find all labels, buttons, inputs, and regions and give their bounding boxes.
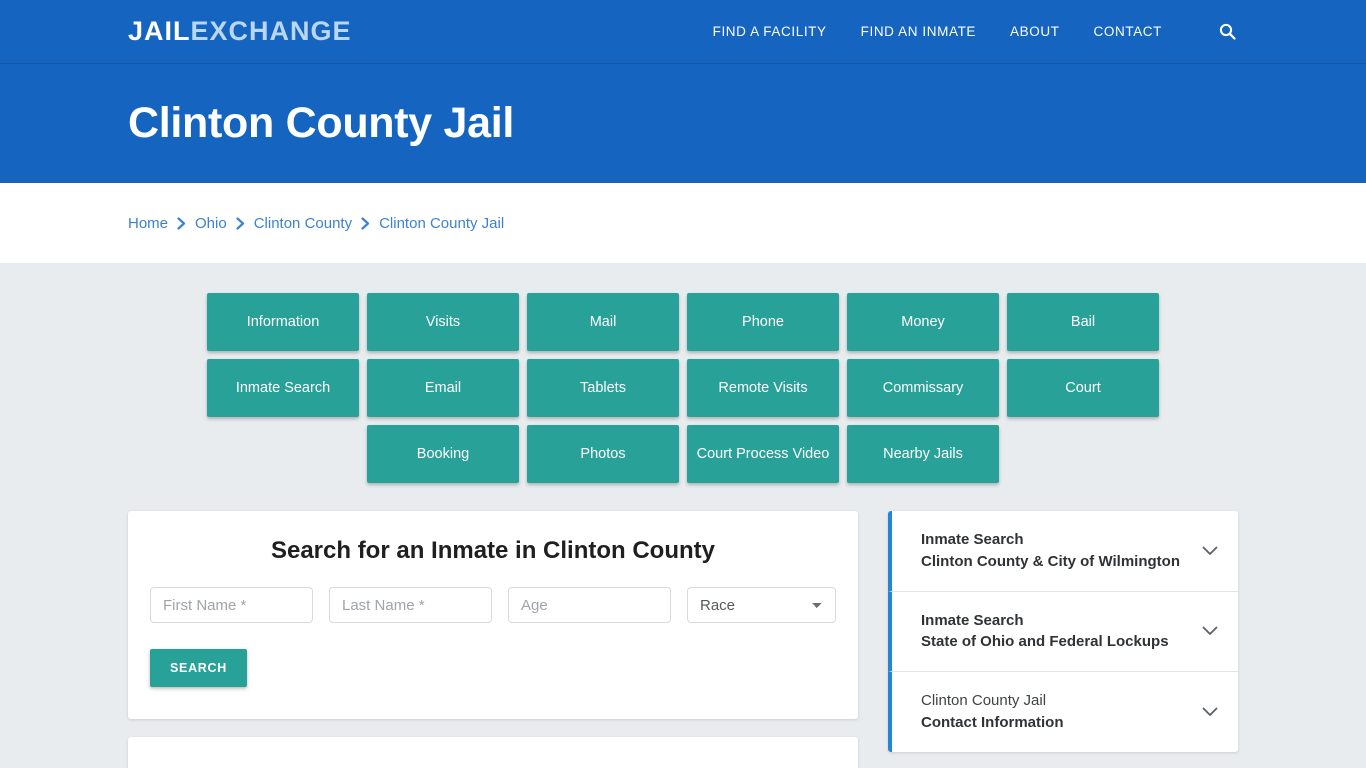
accordion-item-subtitle: Contact Information <box>921 713 1064 731</box>
section-button-mail[interactable]: Mail <box>527 293 679 351</box>
race-select[interactable]: Race <box>687 587 836 623</box>
chevron-right-icon <box>177 216 186 230</box>
chevron-down-icon[interactable] <box>1200 541 1220 561</box>
nav-item-find-a-facility[interactable]: FIND A FACILITY <box>713 24 827 39</box>
section-button-court-process-video[interactable]: Court Process Video <box>687 425 839 483</box>
chevron-right-icon <box>361 216 370 230</box>
site-header: JAILEXCHANGE FIND A FACILITY FIND AN INM… <box>0 0 1366 64</box>
section-button-inmate-search[interactable]: Inmate Search <box>207 359 359 417</box>
section-button-bail[interactable]: Bail <box>1007 293 1159 351</box>
chevron-down-icon[interactable] <box>1200 621 1220 641</box>
breadcrumb-item-clinton-county[interactable]: Clinton County <box>254 215 352 232</box>
accordion-item-title: Inmate Search <box>921 531 1024 548</box>
accordion-item-inmate-search-state[interactable]: Inmate Search State of Ohio and Federal … <box>888 591 1238 672</box>
facility-section-buttons: Information Visits Mail Phone Money Bail… <box>134 263 1232 483</box>
section-button-photos[interactable]: Photos <box>527 425 679 483</box>
logo-text-jail: JAIL <box>128 16 191 46</box>
search-icon[interactable] <box>1216 21 1238 43</box>
last-name-input[interactable] <box>329 587 492 623</box>
section-button-commissary[interactable]: Commissary <box>847 359 999 417</box>
breadcrumb: Home Ohio Clinton County Clinton County … <box>128 215 504 232</box>
nav-item-find-an-inmate[interactable]: FIND AN INMATE <box>861 24 976 39</box>
section-button-tablets[interactable]: Tablets <box>527 359 679 417</box>
breadcrumb-item-clinton-county-jail[interactable]: Clinton County Jail <box>379 215 504 232</box>
section-button-remote-visits[interactable]: Remote Visits <box>687 359 839 417</box>
accordion-item-title: Clinton County Jail <box>921 692 1047 709</box>
breadcrumb-band: Home Ohio Clinton County Clinton County … <box>0 183 1366 263</box>
content-columns: Search for an Inmate in Clinton County R… <box>128 511 1238 768</box>
search-button[interactable]: SEARCH <box>150 649 247 687</box>
accordion-item-subtitle: State of Ohio and Federal Lockups <box>921 633 1169 651</box>
sidebar-accordion: Inmate Search Clinton County & City of W… <box>888 511 1238 752</box>
inmate-search-card: Search for an Inmate in Clinton County R… <box>128 511 858 719</box>
page-title: Clinton County Jail <box>128 98 515 147</box>
section-button-information[interactable]: Information <box>207 293 359 351</box>
logo-text-exchange: EXCHANGE <box>190 16 352 46</box>
section-button-money[interactable]: Money <box>847 293 999 351</box>
breadcrumb-item-ohio[interactable]: Ohio <box>195 215 227 232</box>
section-button-court[interactable]: Court <box>1007 359 1159 417</box>
accordion-item-contact-information[interactable]: Clinton County Jail Contact Information <box>888 672 1238 752</box>
inmate-search-fields: Race <box>148 587 838 623</box>
site-logo[interactable]: JAILEXCHANGE <box>128 18 352 45</box>
section-button-booking[interactable]: Booking <box>367 425 519 483</box>
accordion-item-inmate-search-county[interactable]: Inmate Search Clinton County & City of W… <box>888 511 1238 592</box>
section-button-email[interactable]: Email <box>367 359 519 417</box>
inmate-search-heading: Search for an Inmate in Clinton County <box>270 537 716 564</box>
page-title-band: Clinton County Jail <box>0 64 1366 183</box>
section-button-visits[interactable]: Visits <box>367 293 519 351</box>
chevron-right-icon <box>236 216 245 230</box>
right-column: Inmate Search Clinton County & City of W… <box>888 511 1238 752</box>
jail-information-card: Clinton County Jail Information <box>128 737 858 768</box>
accordion-item-title: Inmate Search <box>921 611 1024 629</box>
main-content: Information Visits Mail Phone Money Bail… <box>0 263 1366 768</box>
section-button-phone[interactable]: Phone <box>687 293 839 351</box>
accordion-item-subtitle: Clinton County & City of Wilmington <box>921 552 1180 570</box>
first-name-input[interactable] <box>150 587 313 623</box>
age-input[interactable] <box>508 587 671 623</box>
section-button-nearby-jails[interactable]: Nearby Jails <box>847 425 999 483</box>
chevron-down-icon[interactable] <box>1200 702 1220 722</box>
nav-item-about[interactable]: ABOUT <box>1010 24 1060 39</box>
left-column: Search for an Inmate in Clinton County R… <box>128 511 858 768</box>
breadcrumb-item-home[interactable]: Home <box>128 215 168 232</box>
nav-item-contact[interactable]: CONTACT <box>1094 24 1162 39</box>
main-navigation: FIND A FACILITY FIND AN INMATE ABOUT CON… <box>713 21 1238 43</box>
